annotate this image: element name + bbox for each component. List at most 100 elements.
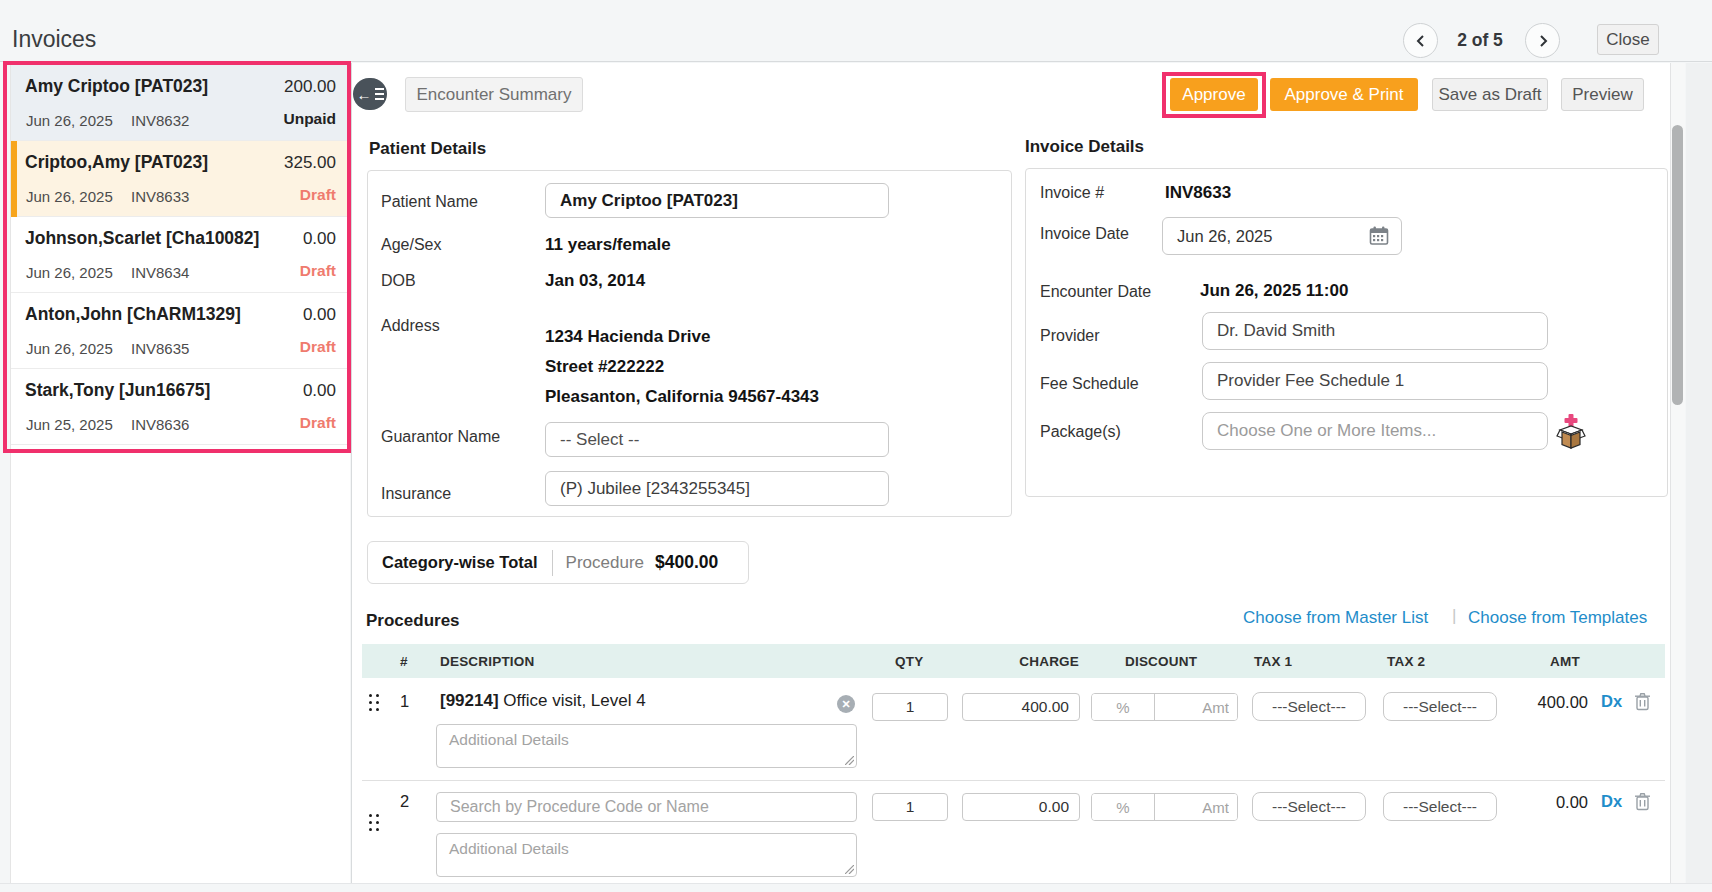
remove-procedure-icon[interactable]: ✕	[837, 695, 855, 713]
dob-value: Jan 03, 2014	[545, 271, 645, 291]
insurance-label: Insurance	[381, 485, 451, 503]
link-separator: |	[1452, 606, 1456, 626]
encounter-date-value: Jun 26, 2025 11:00	[1200, 281, 1348, 301]
category-total-label: Category-wise Total	[382, 553, 538, 572]
provider-label: Provider	[1040, 327, 1100, 345]
packages-placeholder: Choose One or More Items...	[1217, 421, 1436, 441]
discount-amount-input[interactable]	[1154, 694, 1238, 720]
discount-group	[1091, 793, 1238, 821]
bottom-strip	[0, 883, 1712, 892]
package-add-icon[interactable]	[1556, 412, 1586, 454]
invoice-number-value: INV8633	[1165, 183, 1231, 203]
choose-from-templates-link[interactable]: Choose from Templates	[1468, 608, 1647, 628]
fee-schedule-field[interactable]: Provider Fee Schedule 1	[1202, 362, 1548, 400]
tax1-select[interactable]: ---Select---	[1252, 792, 1366, 821]
guarantor-name-select[interactable]: -- Select --	[545, 422, 889, 457]
trash-icon[interactable]	[1634, 692, 1651, 715]
qty-input[interactable]	[872, 793, 948, 821]
address-value: 1234 Hacienda Drive Street #222222 Pleas…	[545, 322, 819, 412]
amount-value: 0.00	[1520, 793, 1588, 812]
previous-invoice-button[interactable]	[1403, 23, 1438, 58]
row-number: 2	[400, 792, 409, 811]
address-label: Address	[381, 317, 440, 335]
qty-input[interactable]	[872, 693, 948, 721]
packages-field[interactable]: Choose One or More Items...	[1202, 412, 1548, 450]
invoice-number-label: Invoice #	[1040, 184, 1104, 202]
invoice-details-heading: Invoice Details	[1025, 137, 1144, 157]
col-tax1: TAX 1	[1254, 654, 1292, 669]
invoice-date-field[interactable]: Jun 26, 2025	[1162, 217, 1402, 255]
row-number: 1	[400, 692, 409, 711]
annotation-highlight-sidebar	[3, 61, 351, 453]
fee-schedule-value: Provider Fee Schedule 1	[1217, 371, 1404, 391]
address-line1: 1234 Hacienda Drive	[545, 322, 819, 352]
address-line2: Street #222222	[545, 352, 819, 382]
amount-value: 400.00	[1520, 693, 1588, 712]
provider-field[interactable]: Dr. David Smith	[1202, 312, 1548, 350]
scrollbar-thumb[interactable]	[1672, 125, 1683, 405]
right-gutter	[1686, 63, 1712, 883]
additional-details-textarea[interactable]	[436, 724, 857, 768]
col-charge: CHARGE	[947, 654, 1079, 669]
patient-name-value: Amy Criptoo [PAT023]	[560, 191, 738, 211]
tax1-select[interactable]: ---Select---	[1252, 692, 1366, 721]
drag-handle-icon[interactable]	[369, 694, 382, 714]
arrow-left-icon: ←	[357, 87, 372, 102]
choose-from-master-list-link[interactable]: Choose from Master List	[1243, 608, 1428, 628]
category-name: Procedure	[566, 553, 644, 573]
insurance-value: (P) Jubilee [2343255345]	[560, 479, 750, 499]
next-invoice-button[interactable]	[1525, 23, 1560, 58]
discount-percent-input[interactable]	[1092, 794, 1154, 820]
additional-details-textarea[interactable]	[436, 833, 857, 877]
charge-input[interactable]	[962, 693, 1080, 721]
packages-label: Package(s)	[1040, 423, 1121, 441]
patient-name-field[interactable]: Amy Criptoo [PAT023]	[545, 183, 889, 218]
preview-button[interactable]: Preview	[1561, 78, 1644, 111]
age-sex-label: Age/Sex	[381, 236, 441, 254]
patient-name-label: Patient Name	[381, 193, 478, 211]
col-discount: DISCOUNT	[1125, 654, 1197, 669]
procedures-table-header: # DESCRIPTION QTY CHARGE DISCOUNT TAX 1 …	[362, 644, 1665, 678]
drag-handle-icon[interactable]	[369, 814, 382, 834]
approve-and-print-button[interactable]: Approve & Print	[1270, 78, 1418, 111]
category-amount: $400.00	[655, 552, 718, 573]
chevron-left-icon	[1415, 35, 1427, 47]
procedure-search-input[interactable]	[436, 792, 857, 822]
invoice-date-label: Invoice Date	[1040, 225, 1129, 243]
close-button[interactable]: Close	[1597, 24, 1659, 55]
procedure-description: [99214] Office visit, Level 4	[440, 691, 646, 711]
procedure-name: Office visit, Level 4	[499, 691, 646, 710]
category-wise-total: Category-wise Total Procedure $400.00	[367, 541, 749, 584]
encounter-date-label: Encounter Date	[1040, 283, 1151, 301]
menu-bars-icon	[375, 88, 384, 100]
page-title: Invoices	[12, 26, 96, 53]
dx-link[interactable]: Dx	[1601, 792, 1622, 811]
charge-input[interactable]	[962, 793, 1080, 821]
save-as-draft-button[interactable]: Save as Draft	[1432, 78, 1548, 111]
fee-schedule-label: Fee Schedule	[1040, 375, 1139, 393]
divider	[552, 550, 553, 576]
col-description: DESCRIPTION	[440, 654, 534, 669]
trash-icon[interactable]	[1634, 792, 1651, 815]
discount-group	[1091, 693, 1238, 721]
discount-amount-input[interactable]	[1154, 794, 1238, 820]
insurance-field[interactable]: (P) Jubilee [2343255345]	[545, 471, 889, 506]
address-line3: Pleasanton, California 94567-4343	[545, 382, 819, 412]
collapse-sidebar-button[interactable]: ←	[353, 78, 387, 110]
col-qty: QTY	[895, 654, 923, 669]
discount-percent-input[interactable]	[1092, 694, 1154, 720]
annotation-highlight-approve	[1162, 72, 1266, 118]
col-num: #	[400, 654, 408, 669]
pagination-count: 2 of 5	[1446, 30, 1514, 51]
calendar-icon[interactable]	[1369, 226, 1389, 246]
encounter-summary-button[interactable]: Encounter Summary	[405, 77, 583, 112]
tax2-select[interactable]: ---Select---	[1383, 692, 1497, 721]
dob-label: DOB	[381, 272, 416, 290]
dx-link[interactable]: Dx	[1601, 692, 1622, 711]
col-tax2: TAX 2	[1387, 654, 1425, 669]
invoice-date-value: Jun 26, 2025	[1177, 227, 1272, 246]
patient-details-heading: Patient Details	[369, 139, 486, 159]
tax2-select[interactable]: ---Select---	[1383, 792, 1497, 821]
provider-value: Dr. David Smith	[1217, 321, 1335, 341]
col-amt: AMT	[1550, 654, 1580, 669]
